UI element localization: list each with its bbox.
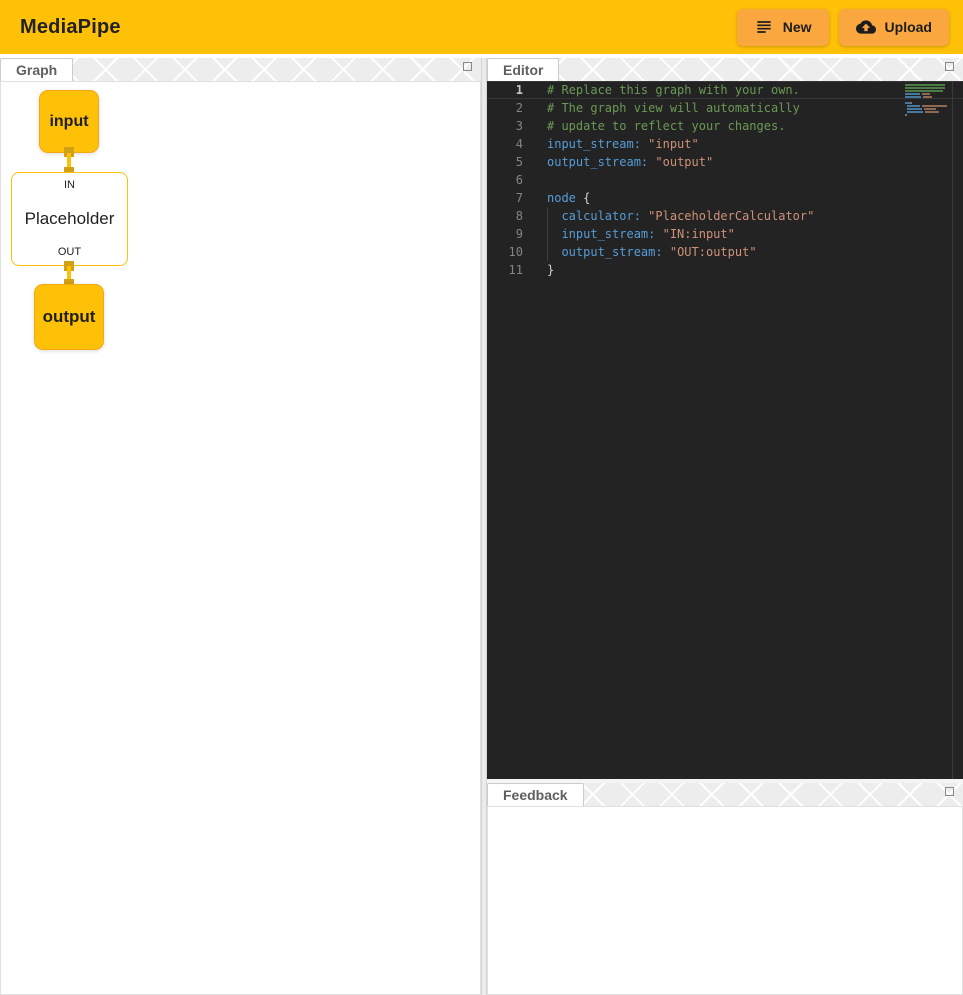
code-line-8: 8 calculator: "PlaceholderCalculator"	[487, 207, 963, 225]
editor-minimap[interactable]	[905, 84, 947, 117]
tab-editor-label: Editor	[503, 62, 543, 78]
cloud-upload-icon	[856, 17, 876, 37]
code-line-9: 9 input_stream: "IN:input"	[487, 225, 963, 243]
indent-guide	[547, 208, 548, 261]
graph-panel-tabbar: Graph	[0, 58, 481, 81]
line-number: 6	[487, 171, 523, 189]
code-line-3: 3# update to reflect your changes.	[487, 117, 963, 135]
feedback-maximize-icon[interactable]	[945, 787, 954, 796]
editor-panel-tabbar: Editor	[487, 58, 963, 81]
line-number: 2	[487, 99, 523, 117]
line-number: 10	[487, 243, 523, 261]
feedback-panel: Feedback	[487, 783, 963, 995]
graph-canvas: input IN Placeholder OUT output	[1, 82, 480, 994]
tab-feedback-label: Feedback	[503, 787, 568, 803]
line-number: 5	[487, 153, 523, 171]
upload-button-label: Upload	[885, 19, 932, 35]
tab-editor[interactable]: Editor	[487, 58, 559, 81]
editor-panel: Editor 1# Replace this graph with your o…	[487, 58, 963, 779]
line-number: 8	[487, 207, 523, 225]
code-lines: 1# Replace this graph with your own.2# T…	[487, 81, 963, 279]
header-buttons: New Upload	[737, 9, 949, 46]
code-line-11: 11}	[487, 261, 963, 279]
new-button[interactable]: New	[737, 9, 829, 46]
app-header: MediaPipe New Upload	[0, 0, 963, 54]
graph-canvas-area: input IN Placeholder OUT output	[0, 81, 481, 995]
code-line-1: 1# Replace this graph with your own.	[487, 81, 963, 99]
line-number: 4	[487, 135, 523, 153]
tab-graph-label: Graph	[16, 62, 57, 78]
line-number: 11	[487, 261, 523, 279]
new-button-label: New	[783, 19, 812, 35]
placeholder-title: Placeholder	[25, 209, 115, 229]
placeholder-in-label: IN	[64, 179, 75, 191]
graph-panel: Graph input IN Placeholder OUT output	[0, 58, 481, 995]
feedback-content	[487, 806, 963, 995]
code-editor[interactable]: 1# Replace this graph with your own.2# T…	[487, 81, 963, 779]
code-line-4: 4input_stream: "input"	[487, 135, 963, 153]
upload-button[interactable]: Upload	[839, 9, 949, 46]
editor-maximize-icon[interactable]	[945, 62, 954, 71]
graph-node-output-label: output	[43, 307, 96, 327]
graph-maximize-icon[interactable]	[463, 62, 472, 71]
subject-icon	[754, 17, 774, 37]
tab-graph[interactable]: Graph	[0, 58, 73, 81]
code-line-7: 7node {	[487, 189, 963, 207]
line-number: 1	[487, 81, 523, 99]
line-number: 3	[487, 117, 523, 135]
code-area[interactable]: 1# Replace this graph with your own.2# T…	[487, 81, 963, 779]
graph-node-input[interactable]: input	[39, 90, 99, 153]
code-line-6: 6	[487, 171, 963, 189]
feedback-panel-tabbar: Feedback	[487, 783, 963, 806]
app-title: MediaPipe	[20, 16, 121, 39]
graph-node-placeholder[interactable]: IN Placeholder OUT	[11, 172, 128, 266]
editor-scrollbar-divider	[952, 81, 953, 779]
line-number: 9	[487, 225, 523, 243]
line-number: 7	[487, 189, 523, 207]
graph-node-input-label: input	[49, 113, 88, 131]
code-line-2: 2# The graph view will automatically	[487, 99, 963, 117]
tab-feedback[interactable]: Feedback	[487, 783, 584, 806]
graph-node-output[interactable]: output	[34, 284, 104, 350]
code-line-5: 5output_stream: "output"	[487, 153, 963, 171]
code-line-10: 10 output_stream: "OUT:output"	[487, 243, 963, 261]
placeholder-out-label: OUT	[58, 246, 81, 258]
